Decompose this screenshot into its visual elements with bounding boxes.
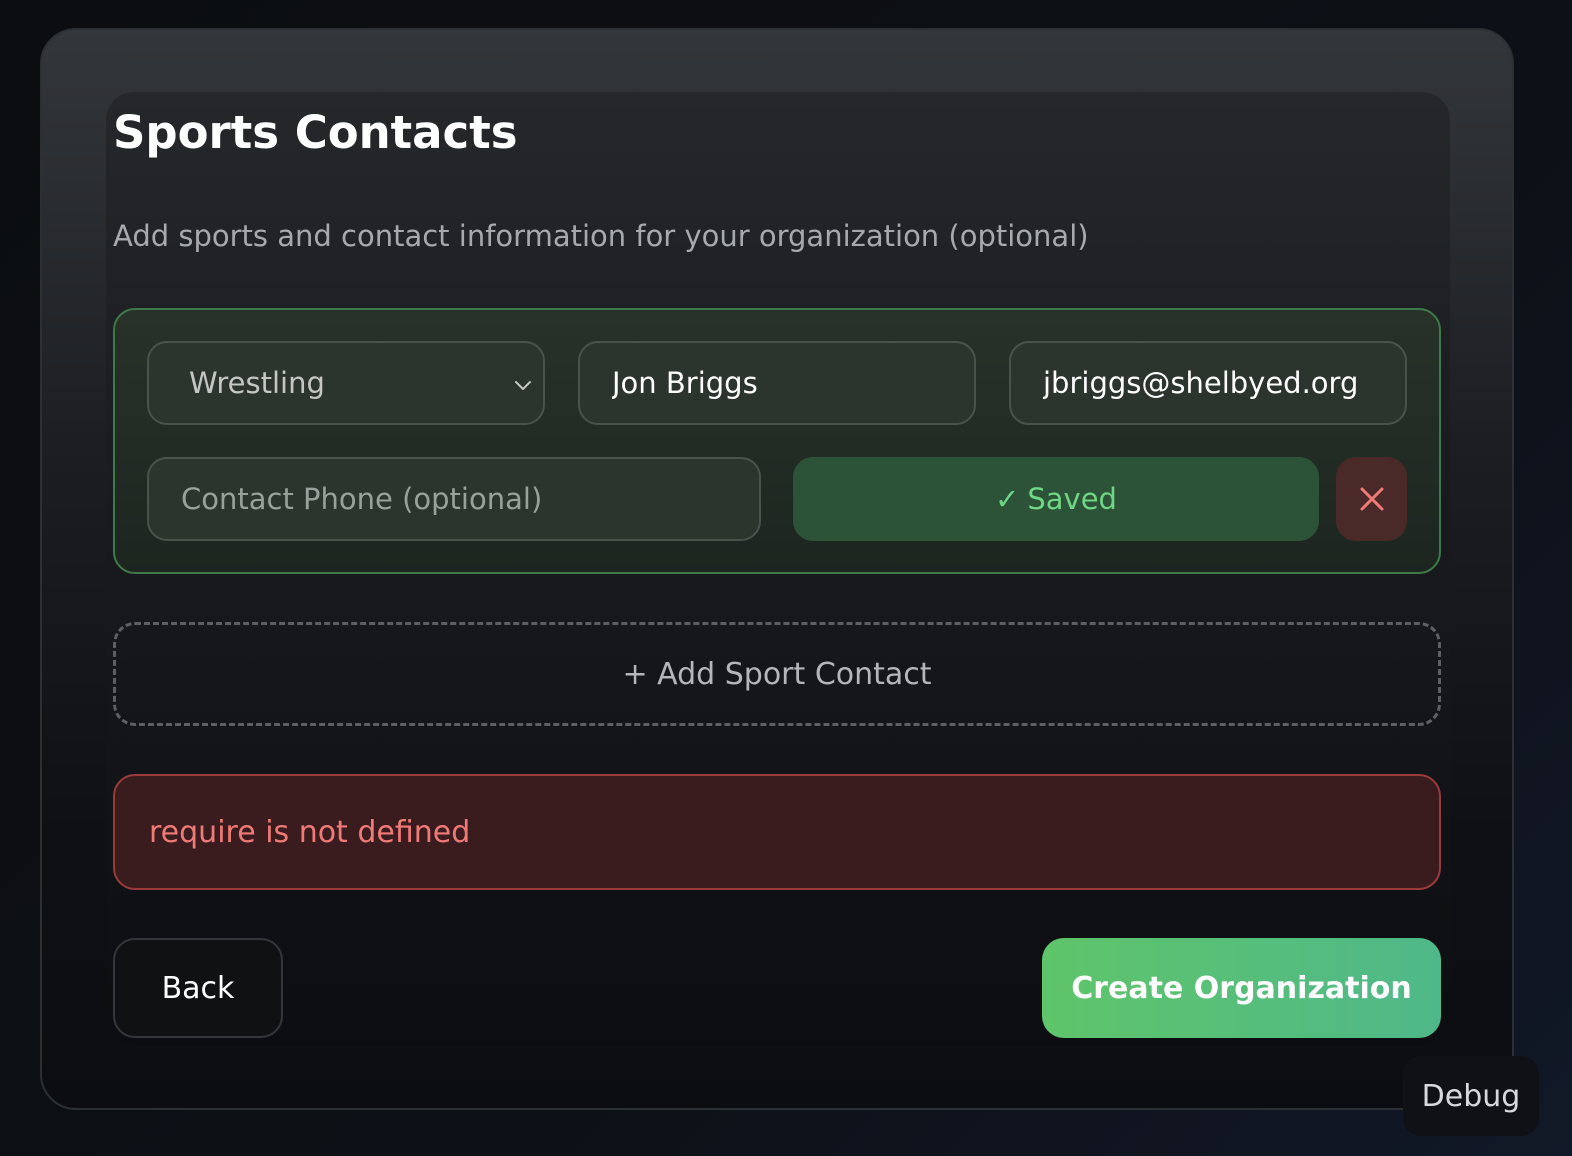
page-subtitle: Add sports and contact information for y…: [113, 219, 1089, 253]
add-sport-contact-button[interactable]: + Add Sport Contact: [113, 622, 1441, 726]
contact-phone-input[interactable]: [147, 457, 761, 541]
page-title: Sports Contacts: [113, 106, 518, 159]
error-message: require is not defined: [149, 814, 471, 850]
saved-label: Saved: [1027, 482, 1117, 516]
sport-select-value: Wrestling: [189, 366, 325, 400]
contact-email-input[interactable]: [1009, 341, 1407, 425]
debug-button[interactable]: Debug: [1403, 1056, 1539, 1136]
create-organization-button[interactable]: Create Organization: [1042, 938, 1441, 1038]
sport-select[interactable]: Wrestling: [147, 341, 545, 425]
error-message-box: require is not defined: [113, 774, 1441, 890]
chevron-down-icon: [515, 381, 531, 390]
back-button[interactable]: Back: [113, 938, 283, 1038]
saved-button[interactable]: ✓ Saved: [793, 457, 1319, 541]
remove-contact-button[interactable]: [1336, 457, 1407, 541]
close-icon: [1360, 487, 1383, 511]
check-icon: ✓: [995, 482, 1020, 516]
contact-name-input[interactable]: [578, 341, 976, 425]
